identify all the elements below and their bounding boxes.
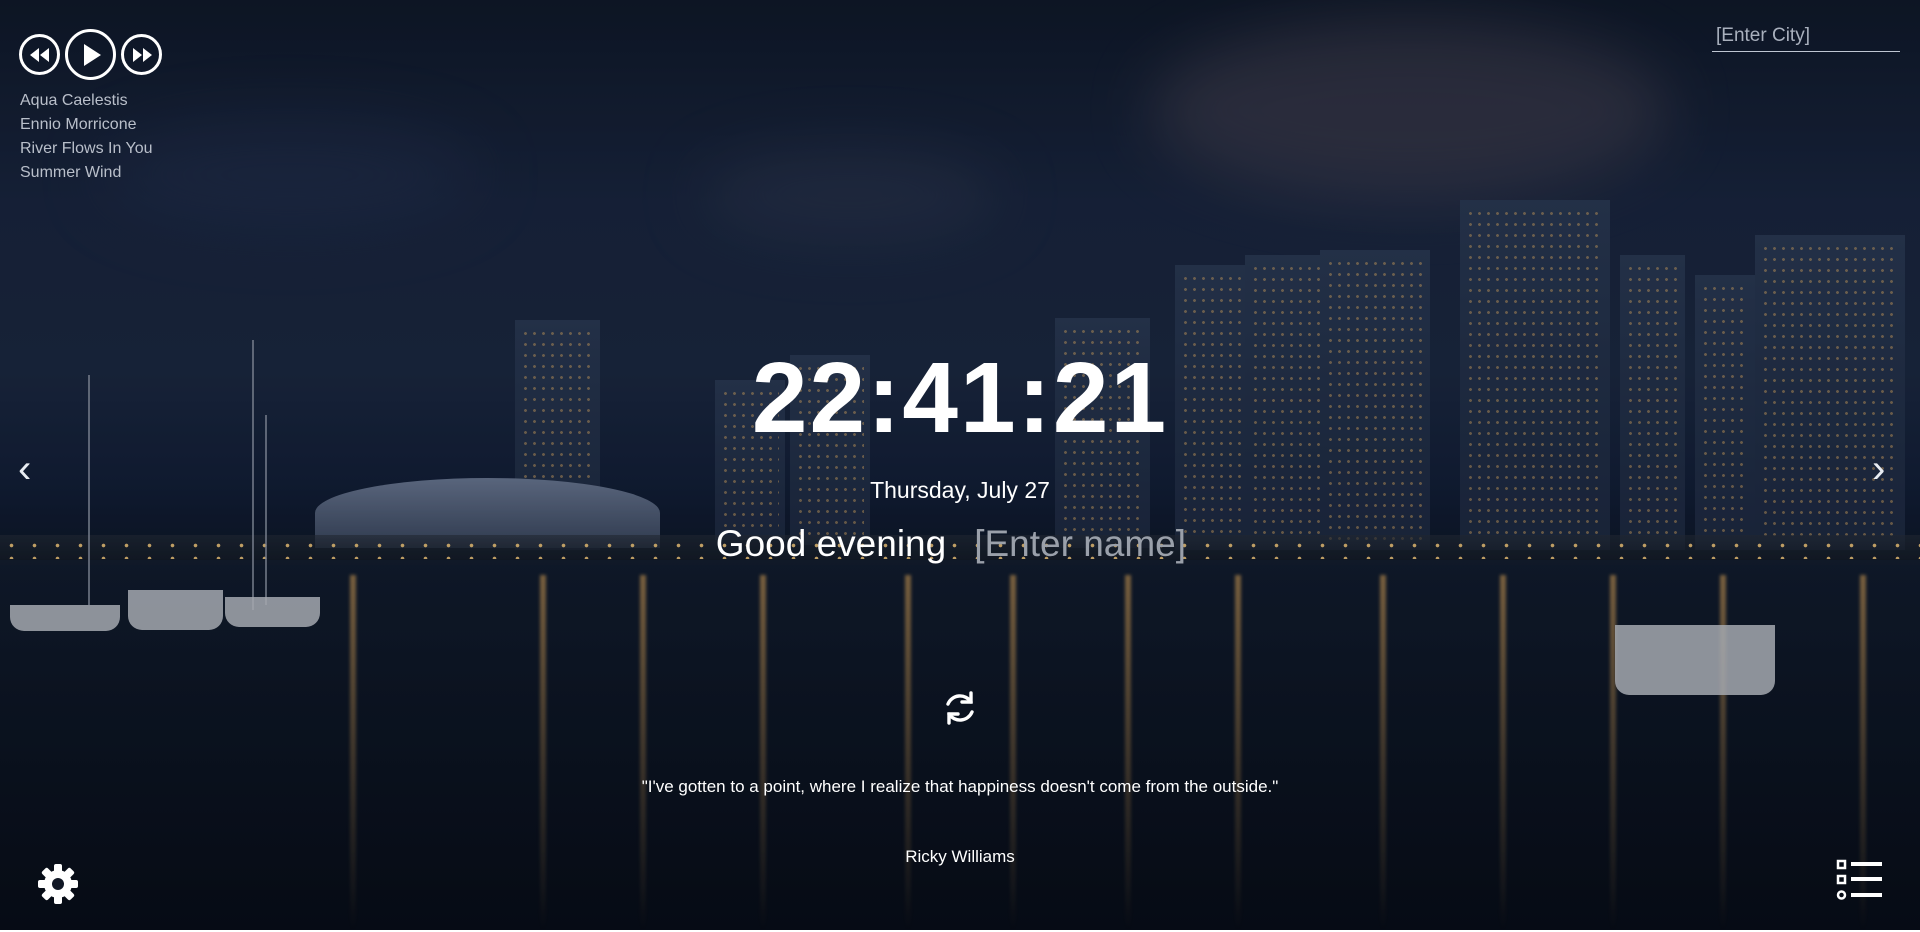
refresh-quote-button[interactable] bbox=[940, 688, 980, 728]
play-icon bbox=[83, 43, 101, 66]
clock-date: Thursday, July 27 bbox=[870, 477, 1050, 503]
clock-time: 22:41:21 bbox=[751, 342, 1169, 454]
rewind-icon bbox=[29, 47, 49, 62]
playlist-item[interactable]: Ennio Morricone bbox=[20, 113, 153, 137]
gear-icon bbox=[38, 864, 78, 904]
todo-list-icon bbox=[1836, 859, 1882, 900]
play-button[interactable] bbox=[65, 29, 116, 80]
background-scene: Aqua Caelestis Ennio Morricone River Flo… bbox=[0, 0, 1920, 930]
quote-text: "I've gotten to a point, where I realize… bbox=[641, 777, 1279, 796]
playlist-item[interactable]: River Flows In You bbox=[20, 137, 153, 161]
fast-forward-icon bbox=[132, 47, 152, 62]
city-input[interactable] bbox=[1712, 23, 1900, 52]
todo-list-button[interactable] bbox=[1836, 858, 1884, 902]
music-player-controls bbox=[19, 29, 162, 80]
fast-forward-button[interactable] bbox=[121, 34, 162, 75]
rewind-button[interactable] bbox=[19, 34, 60, 75]
playlist-item[interactable]: Summer Wind bbox=[20, 161, 153, 185]
refresh-icon bbox=[946, 691, 974, 725]
greeting-text: Good evening bbox=[715, 523, 947, 564]
settings-button[interactable] bbox=[36, 862, 80, 906]
greeting-row: Good evening bbox=[0, 523, 1920, 565]
quote-author: Ricky Williams bbox=[905, 847, 1015, 866]
name-input[interactable] bbox=[974, 523, 1205, 565]
playlist-item[interactable]: Aqua Caelestis bbox=[20, 89, 153, 113]
playlist: Aqua Caelestis Ennio Morricone River Flo… bbox=[20, 89, 153, 185]
